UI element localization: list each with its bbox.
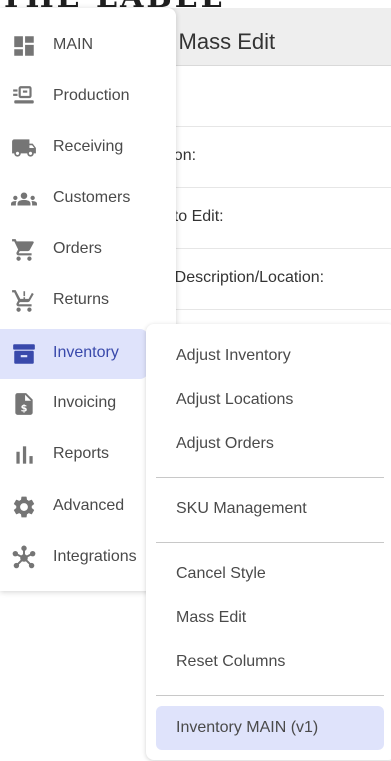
- menu-item-mass-edit[interactable]: Mass Edit: [156, 596, 384, 640]
- sidebar-item-receiving[interactable]: Receiving: [0, 123, 176, 173]
- sidebar-item-production[interactable]: Production: [0, 72, 176, 122]
- inventory-submenu: Adjust Inventory Adjust Locations Adjust…: [146, 324, 391, 760]
- sidebar-item-label: Receiving: [53, 138, 124, 155]
- hub-icon: [10, 545, 38, 571]
- sidebar-item-label: Reports: [53, 445, 110, 462]
- sidebar-item-label: Inventory: [53, 344, 119, 361]
- svg-text:$: $: [21, 404, 28, 415]
- production-icon: [10, 84, 38, 110]
- menu-item-inventory-main-v1[interactable]: Inventory MAIN (v1): [156, 706, 384, 750]
- sidebar-item-label: Integrations: [53, 548, 137, 565]
- menu-divider: [156, 542, 384, 543]
- dashboard-icon: [10, 33, 38, 59]
- sidebar-item-label: Returns: [53, 291, 110, 308]
- archive-box-icon: [10, 341, 38, 367]
- menu-item-adjust-inventory[interactable]: Adjust Inventory: [156, 334, 384, 378]
- sidebar-item-inventory[interactable]: Inventory: [0, 329, 148, 379]
- menu-item-reset-columns[interactable]: Reset Columns: [156, 640, 384, 684]
- menu-item-cancel-style[interactable]: Cancel Style: [156, 552, 384, 596]
- sidebar-item-label: Advanced: [53, 497, 125, 514]
- menu-divider: [156, 477, 384, 478]
- sidebar-item-label: Invoicing: [53, 394, 117, 411]
- people-icon: [10, 186, 38, 212]
- menu-item-adjust-orders[interactable]: Adjust Orders: [156, 422, 384, 466]
- cart-icon: [10, 237, 38, 263]
- sidebar-item-label: MAIN: [53, 36, 93, 53]
- sidebar-item-orders[interactable]: Orders: [0, 225, 176, 275]
- bar-chart-icon: [10, 442, 38, 468]
- truck-icon: [10, 135, 38, 161]
- menu-item-adjust-locations[interactable]: Adjust Locations: [156, 378, 384, 422]
- sidebar-item-label: Production: [53, 87, 130, 104]
- sidebar-item-label: Orders: [53, 240, 102, 257]
- sidebar-item-main[interactable]: MAIN: [0, 21, 176, 71]
- invoice-icon: $: [10, 391, 38, 417]
- gear-icon: [10, 494, 38, 520]
- return-cart-icon: [10, 288, 38, 314]
- menu-divider: [156, 695, 384, 696]
- sidebar-item-customers[interactable]: Customers: [0, 174, 176, 224]
- sidebar-item-label: Customers: [53, 189, 131, 206]
- sidebar-item-returns[interactable]: Returns: [0, 276, 176, 326]
- menu-item-sku-management[interactable]: SKU Management: [156, 487, 384, 531]
